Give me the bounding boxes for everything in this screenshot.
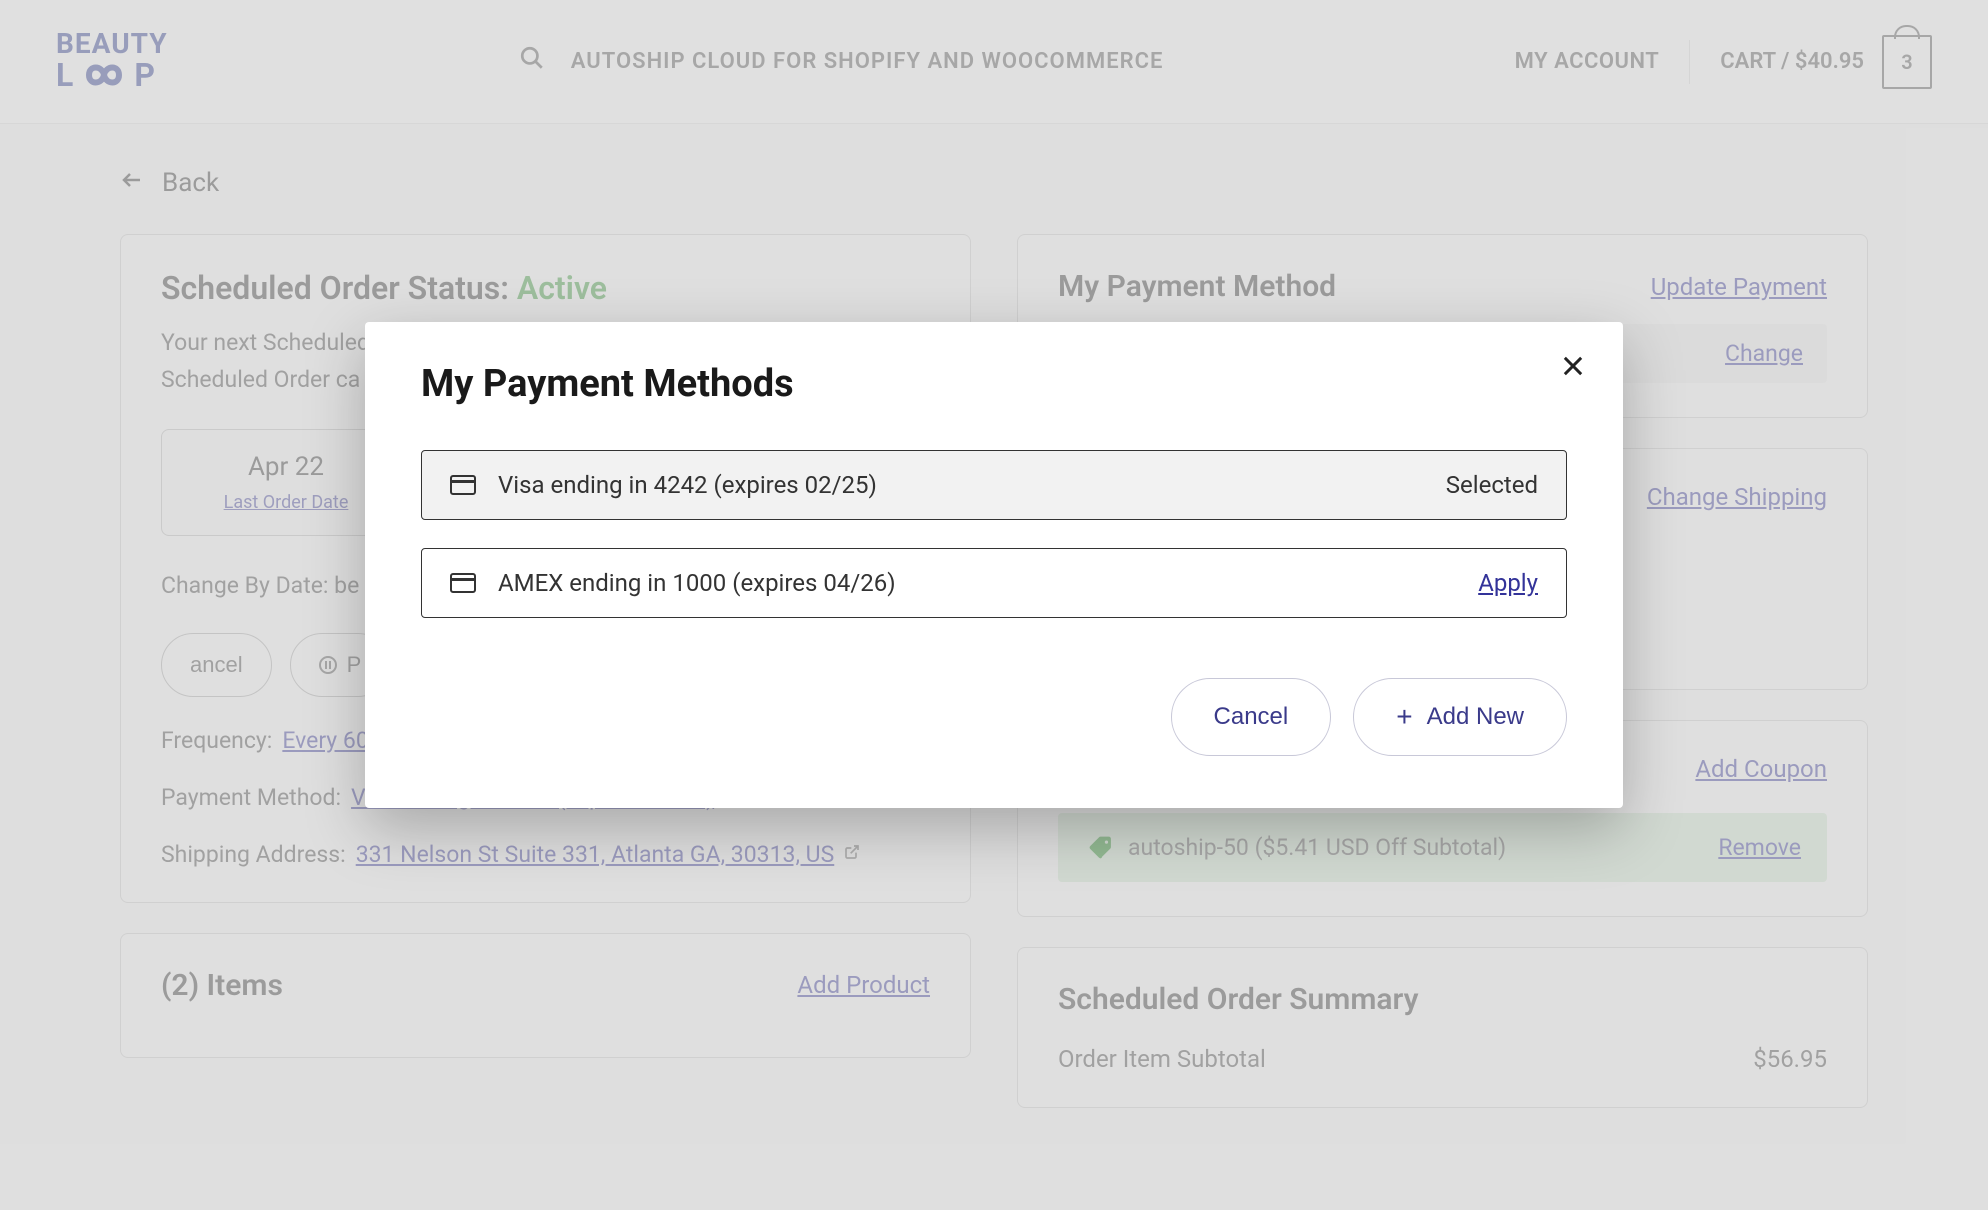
payment-method-row[interactable]: Visa ending in 4242 (expires 02/25) Sele… bbox=[421, 450, 1567, 520]
payment-methods-modal: My Payment Methods Visa ending in 4242 (… bbox=[365, 322, 1623, 808]
plus-icon: + bbox=[1396, 701, 1412, 733]
modal-cancel-button[interactable]: Cancel bbox=[1171, 678, 1332, 756]
close-icon[interactable] bbox=[1559, 350, 1587, 388]
credit-card-icon bbox=[450, 475, 476, 495]
payment-method-status: Selected bbox=[1446, 471, 1538, 499]
modal-add-new-button[interactable]: + Add New bbox=[1353, 678, 1567, 756]
payment-method-label: Visa ending in 4242 (expires 02/25) bbox=[498, 471, 877, 499]
apply-payment-link[interactable]: Apply bbox=[1478, 569, 1538, 597]
modal-cancel-label: Cancel bbox=[1214, 703, 1289, 731]
modal-overlay[interactable]: My Payment Methods Visa ending in 4242 (… bbox=[0, 0, 1988, 1210]
payment-method-row[interactable]: AMEX ending in 1000 (expires 04/26) Appl… bbox=[421, 548, 1567, 618]
modal-title: My Payment Methods bbox=[421, 362, 1567, 406]
modal-add-new-label: Add New bbox=[1427, 703, 1524, 731]
payment-method-label: AMEX ending in 1000 (expires 04/26) bbox=[498, 569, 896, 597]
credit-card-icon bbox=[450, 573, 476, 593]
